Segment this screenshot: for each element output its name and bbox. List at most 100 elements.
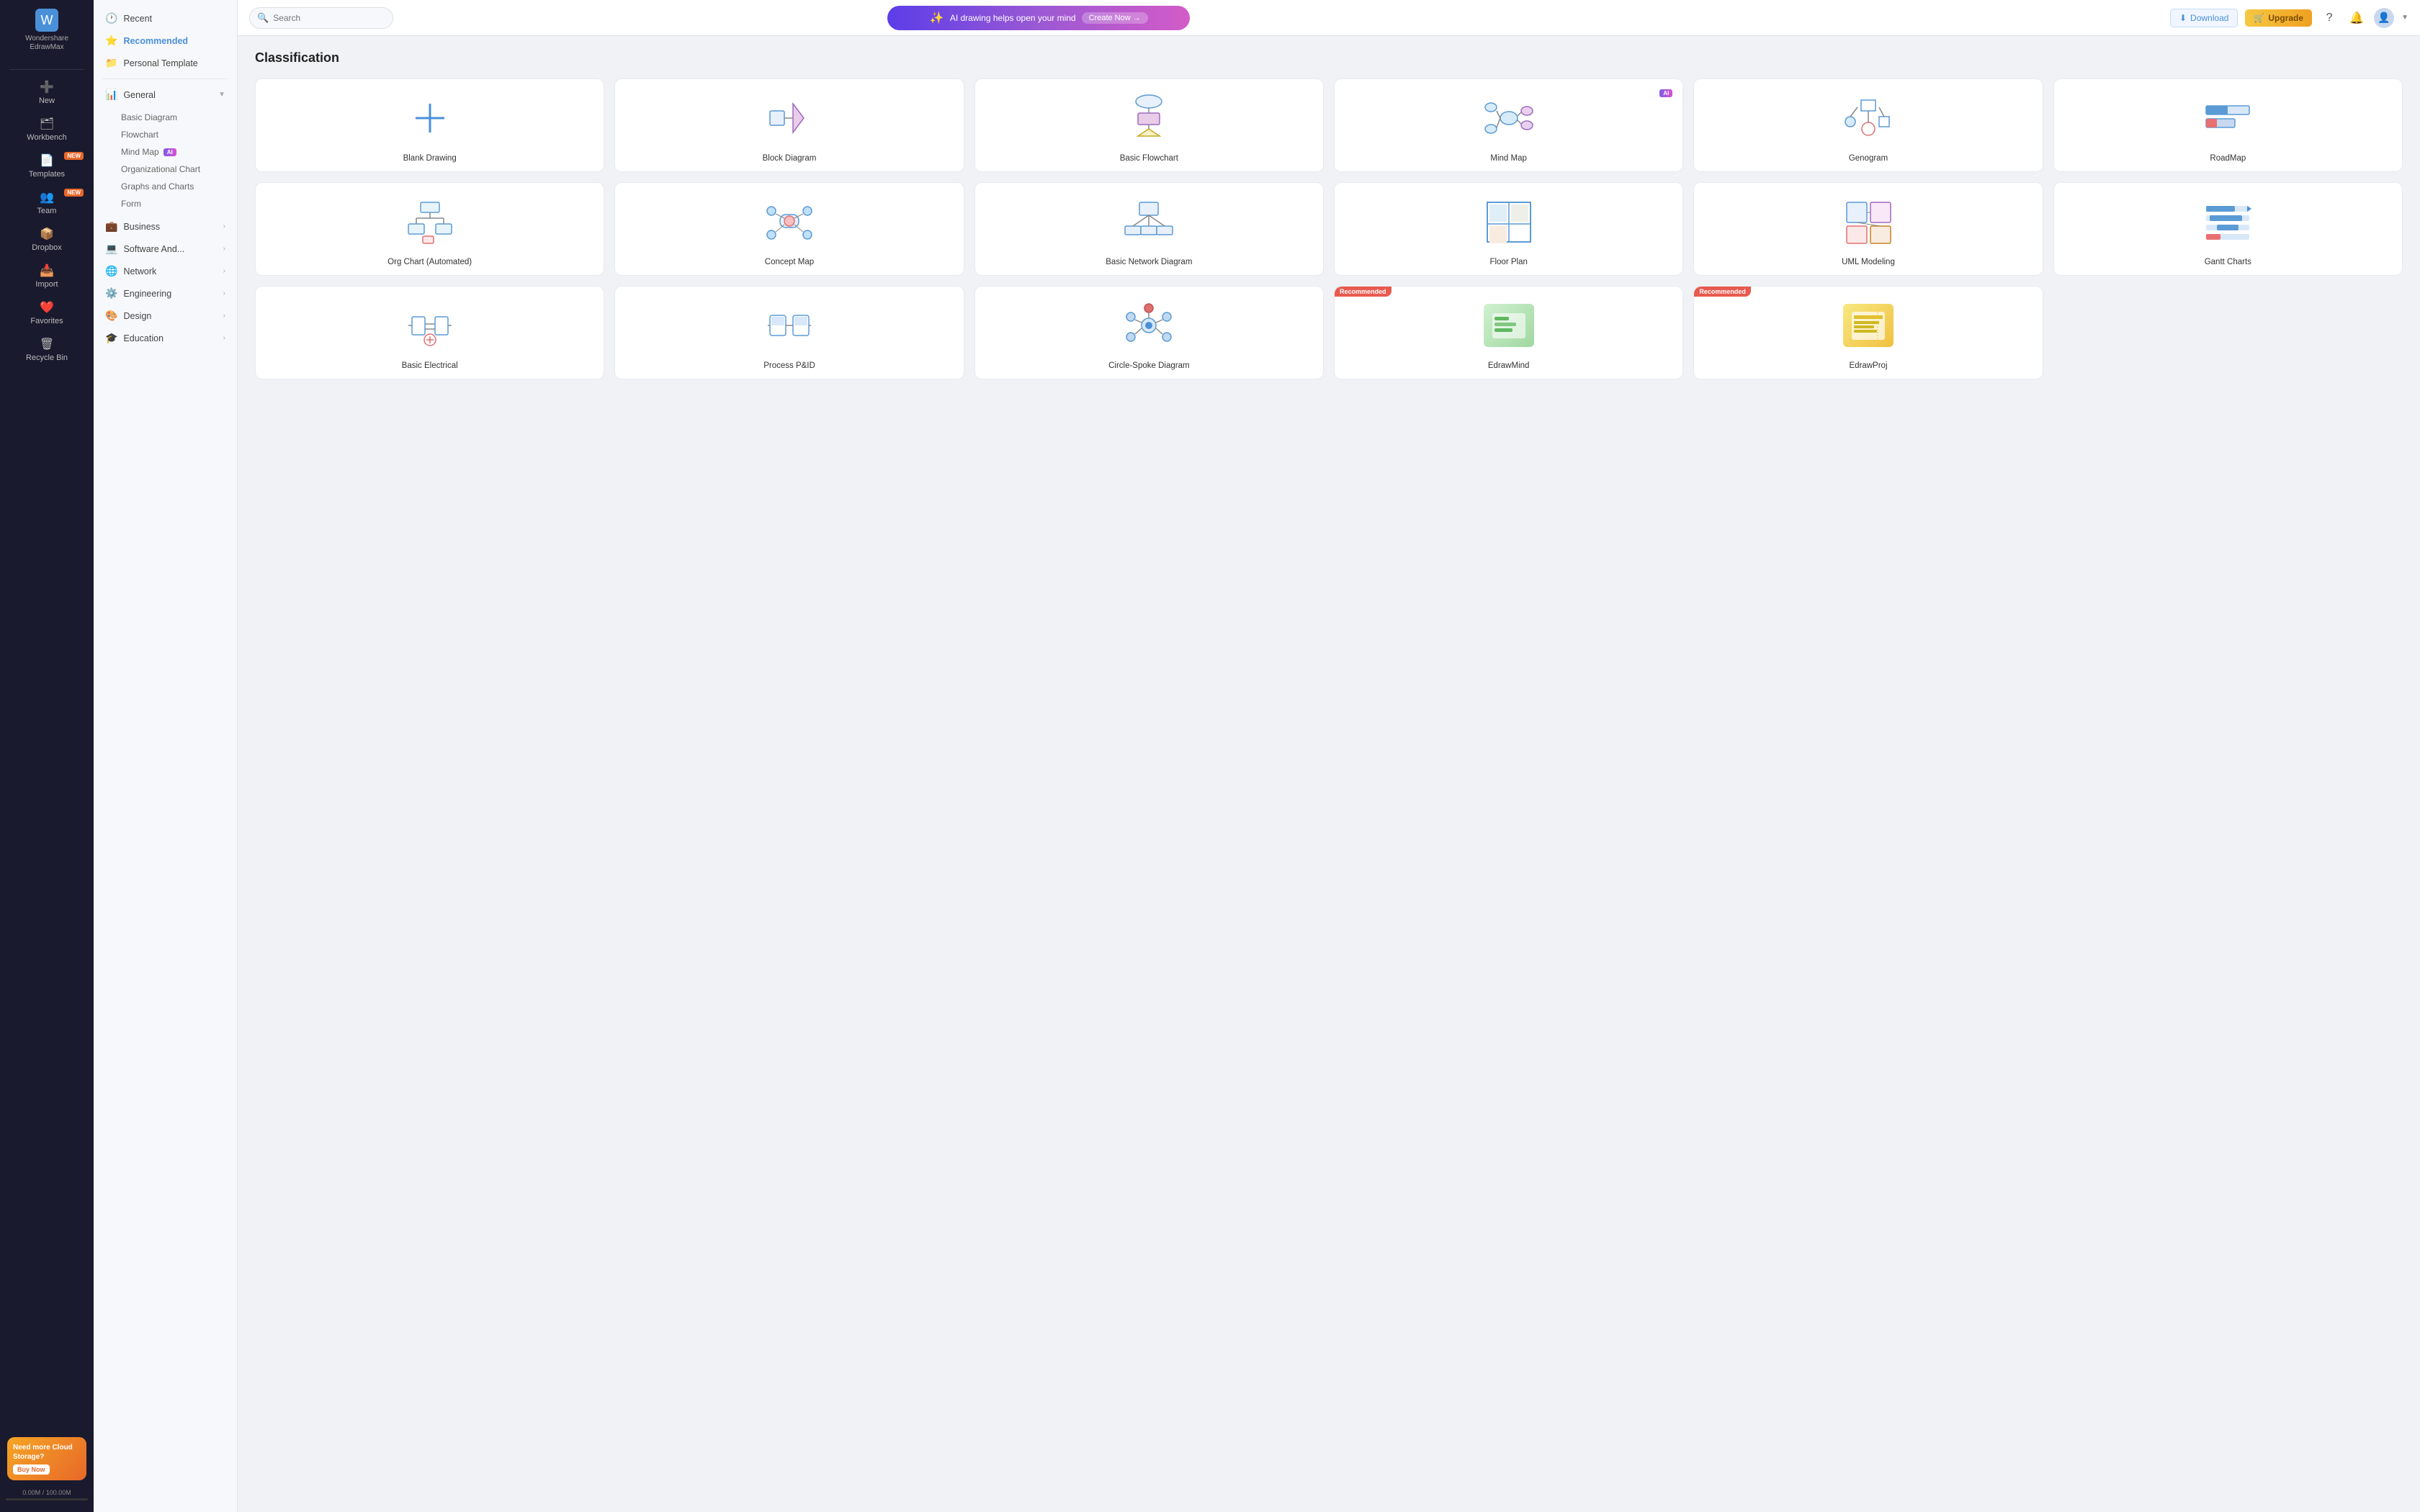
sidebar-item-team[interactable]: 👥 Team NEW bbox=[0, 184, 94, 221]
panel-sub-form[interactable]: Form bbox=[121, 195, 237, 212]
user-avatar[interactable]: 👤 bbox=[2374, 8, 2394, 28]
team-icon: 👥 bbox=[40, 190, 54, 204]
mindmap-ai-indicator: AI bbox=[1659, 89, 1672, 97]
personal-icon: 📁 bbox=[105, 57, 117, 69]
panel-section-software[interactable]: 💻 Software And... › bbox=[94, 238, 237, 260]
panel-item-personal-label: Personal Template bbox=[123, 58, 197, 68]
card-block[interactable]: Block Diagram bbox=[614, 78, 964, 172]
card-org[interactable]: Org Chart (Automated) bbox=[255, 182, 604, 276]
panel-section-engineering-label: Engineering bbox=[123, 289, 171, 299]
block-card-label: Block Diagram bbox=[763, 154, 817, 163]
panel-section-software-label: Software And... bbox=[123, 244, 184, 254]
panel-sub-org-chart[interactable]: Organizational Chart bbox=[121, 161, 237, 178]
card-roadmap[interactable]: RoadMap bbox=[2053, 78, 2403, 172]
edrawproj-recommended-badge: Recommended bbox=[1694, 287, 1751, 297]
help-icon: ? bbox=[2326, 12, 2333, 24]
panel-item-recent[interactable]: 🕐 Recent bbox=[94, 7, 237, 30]
card-edrawproj[interactable]: Recommended EdrawProj bbox=[1693, 286, 2043, 379]
sidebar-item-new[interactable]: ➕ New bbox=[0, 74, 94, 111]
main-content: 🔍 ✨ AI drawing helps open your mind Crea… bbox=[238, 0, 2420, 1512]
ai-banner-btn[interactable]: Create Now → bbox=[1082, 12, 1148, 24]
flowchart-card-icon bbox=[984, 88, 1314, 148]
panel-sub-basic-diagram[interactable]: Basic Diagram bbox=[121, 109, 237, 126]
blank-card-icon bbox=[264, 88, 595, 148]
help-button[interactable]: ? bbox=[2319, 8, 2339, 28]
template-grid: Blank Drawing Block Diagram bbox=[255, 78, 2403, 379]
search-input[interactable] bbox=[273, 13, 385, 23]
edrawmind-recommended-badge: Recommended bbox=[1335, 287, 1392, 297]
storage-text: 0.00M / 100.00M bbox=[6, 1489, 88, 1496]
panel-section-education[interactable]: 🎓 Education › bbox=[94, 327, 237, 349]
network-icon: 🌐 bbox=[105, 265, 117, 277]
genogram-card-label: Genogram bbox=[1849, 154, 1888, 163]
sidebar-item-new-label: New bbox=[39, 96, 55, 105]
card-network[interactable]: Basic Network Diagram bbox=[974, 182, 1324, 276]
avatar-icon: 👤 bbox=[2378, 12, 2390, 24]
gantt-card-icon bbox=[2063, 192, 2393, 252]
panel-section-network[interactable]: 🌐 Network › bbox=[94, 260, 237, 282]
sidebar-item-recycle[interactable]: 🗑 Recycle Bin bbox=[0, 331, 94, 368]
org-card-label: Org Chart (Automated) bbox=[387, 258, 472, 266]
bell-icon: 🔔 bbox=[2349, 11, 2364, 25]
notification-button[interactable]: 🔔 bbox=[2347, 8, 2367, 28]
panel-item-personal[interactable]: 📁 Personal Template bbox=[94, 52, 237, 74]
card-electrical[interactable]: Basic Electrical bbox=[255, 286, 604, 379]
org-card-icon bbox=[264, 192, 595, 252]
network-chevron-icon: › bbox=[223, 267, 225, 275]
gantt-card-label: Gantt Charts bbox=[2205, 258, 2251, 266]
uml-card-icon bbox=[1703, 192, 2033, 252]
card-blank[interactable]: Blank Drawing bbox=[255, 78, 604, 172]
ai-banner[interactable]: ✨ AI drawing helps open your mind Create… bbox=[887, 6, 1190, 30]
uml-card-label: UML Modeling bbox=[1842, 258, 1895, 266]
mindmap-ai-badge: AI bbox=[163, 148, 176, 156]
panel-section-engineering[interactable]: ⚙️ Engineering › bbox=[94, 282, 237, 305]
card-gantt[interactable]: Gantt Charts bbox=[2053, 182, 2403, 276]
recent-icon: 🕐 bbox=[105, 12, 117, 24]
card-pid[interactable]: Process P&ID bbox=[614, 286, 964, 379]
form-label: Form bbox=[121, 199, 141, 209]
blank-card-label: Blank Drawing bbox=[403, 154, 457, 163]
card-genogram[interactable]: Genogram bbox=[1693, 78, 2043, 172]
sidebar-item-import[interactable]: 📥 Import bbox=[0, 258, 94, 294]
app-logo-text: Wondershare EdrawMax bbox=[25, 35, 68, 52]
upgrade-label: Upgrade bbox=[2268, 13, 2303, 23]
block-card-icon bbox=[624, 88, 954, 148]
panel-sub-mindmap[interactable]: Mind Map AI bbox=[121, 143, 237, 161]
sidebar-item-workbench[interactable]: 🗂 Workbench bbox=[0, 111, 94, 148]
upgrade-button[interactable]: 🛒 Upgrade bbox=[2245, 9, 2312, 27]
panel-item-recommended[interactable]: ⭐ Recommended bbox=[94, 30, 237, 52]
card-floorplan[interactable]: Floor Plan bbox=[1334, 182, 1683, 276]
sidebar-item-favorites[interactable]: ❤️ Favorites bbox=[0, 294, 94, 331]
edrawmind-card-label: EdrawMind bbox=[1488, 361, 1530, 370]
card-circle[interactable]: Circle-Spoke Diagram bbox=[974, 286, 1324, 379]
card-mindmap[interactable]: AI Mind Map bbox=[1334, 78, 1683, 172]
cloud-promo-btn[interactable]: Buy Now bbox=[13, 1464, 50, 1475]
network-card-icon bbox=[984, 192, 1314, 252]
search-bar[interactable]: 🔍 bbox=[249, 7, 393, 29]
card-uml[interactable]: UML Modeling bbox=[1693, 182, 2043, 276]
mindmap-card-icon: AI bbox=[1343, 88, 1674, 148]
engineering-icon: ⚙️ bbox=[105, 287, 117, 300]
panel-item-recent-label: Recent bbox=[123, 14, 152, 24]
panel-section-general[interactable]: 📊 General ▼ bbox=[94, 84, 237, 106]
download-button[interactable]: ⬇ Download bbox=[2170, 9, 2238, 27]
circle-card-icon bbox=[984, 295, 1314, 356]
cloud-promo-text: Need more Cloud Storage? bbox=[13, 1443, 81, 1462]
panel-section-business-label: Business bbox=[123, 222, 160, 232]
panel-divider bbox=[102, 78, 228, 79]
panel-section-business[interactable]: 💼 Business › bbox=[94, 215, 237, 238]
content-area: Classification Blank Drawing bbox=[238, 36, 2420, 1512]
flowchart-label: Flowchart bbox=[121, 130, 158, 140]
panel-section-design[interactable]: 🎨 Design › bbox=[94, 305, 237, 327]
panel-sub-graphs[interactable]: Graphs and Charts bbox=[121, 178, 237, 195]
sidebar-item-workbench-label: Workbench bbox=[27, 133, 66, 142]
cloud-promo-banner[interactable]: Need more Cloud Storage? Buy Now bbox=[7, 1437, 86, 1480]
sidebar-item-dropbox[interactable]: 📦 Dropbox bbox=[0, 221, 94, 258]
sidebar-item-templates[interactable]: 📄 Templates NEW bbox=[0, 148, 94, 184]
design-icon: 🎨 bbox=[105, 310, 117, 322]
panel-sub-flowchart[interactable]: Flowchart bbox=[121, 126, 237, 143]
genogram-card-icon bbox=[1703, 88, 2033, 148]
card-flowchart[interactable]: Basic Flowchart bbox=[974, 78, 1324, 172]
card-concept[interactable]: Concept Map bbox=[614, 182, 964, 276]
card-edrawmind[interactable]: Recommended EdrawMind bbox=[1334, 286, 1683, 379]
